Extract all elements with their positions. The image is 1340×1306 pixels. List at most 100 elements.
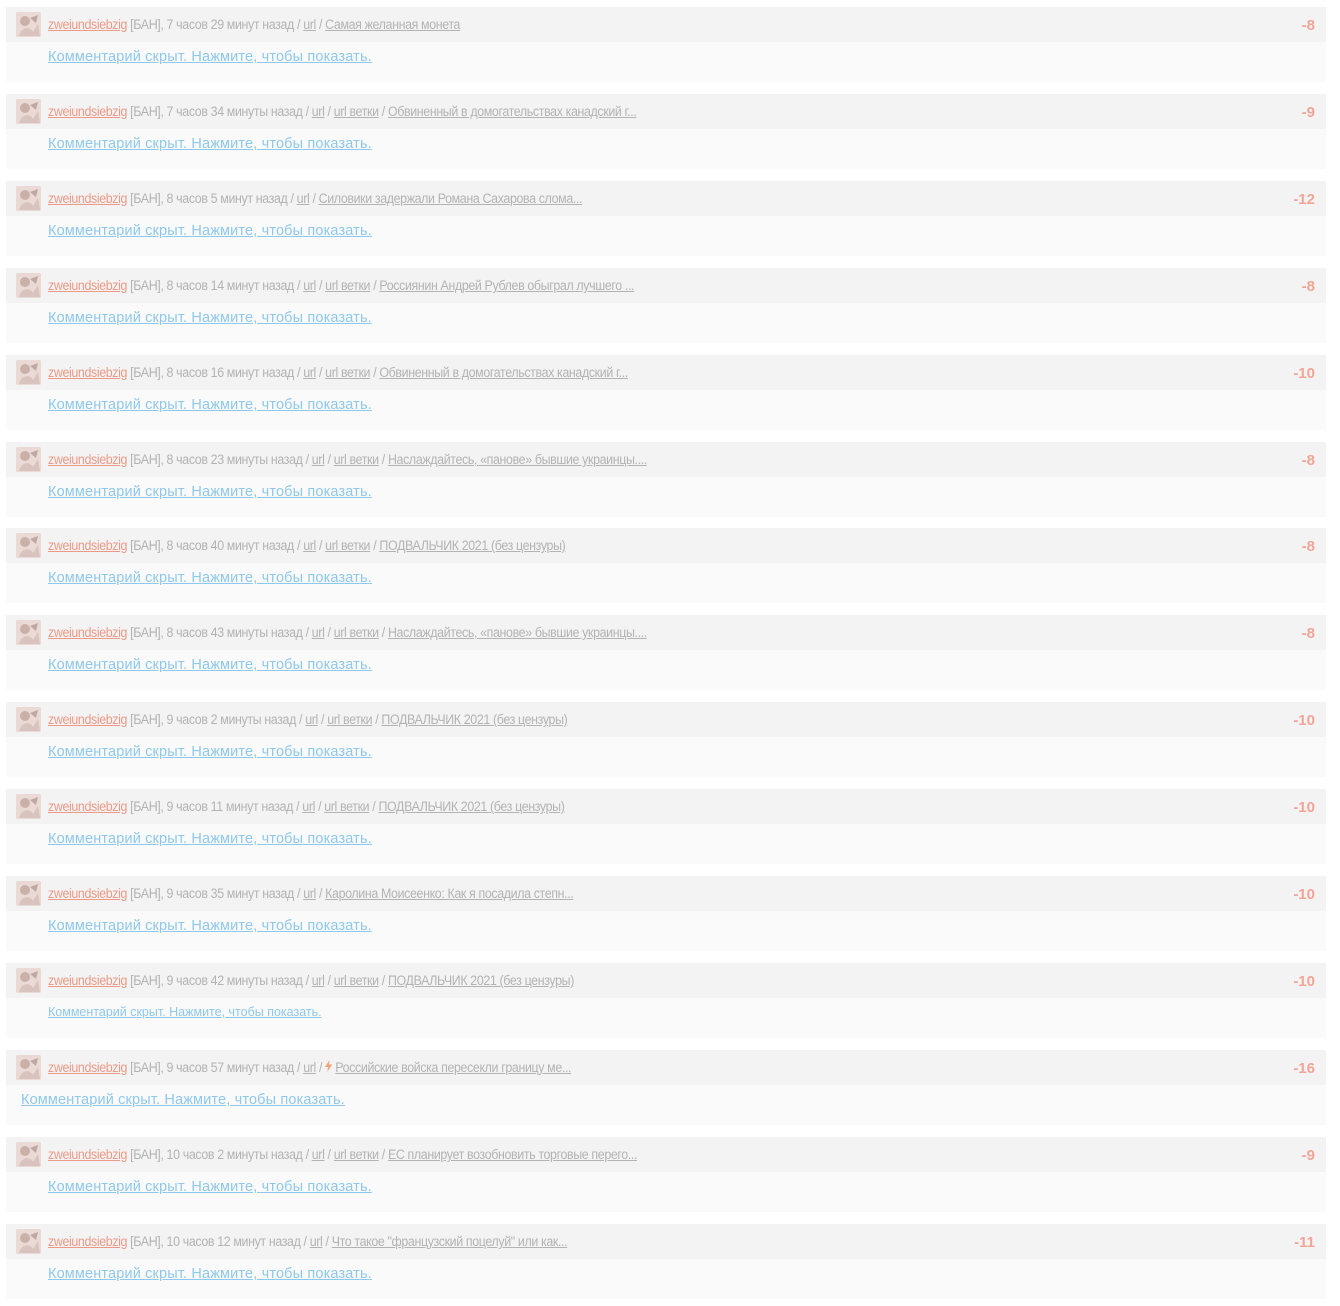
comment-url-link[interactable]: url xyxy=(302,799,315,814)
username-link[interactable]: zweiundsiebzig xyxy=(48,1060,127,1075)
comment-url-link[interactable]: url xyxy=(303,17,316,32)
lightning-bolt-icon xyxy=(325,1050,333,1085)
show-hidden-comment-link[interactable]: Комментарий скрыт. Нажмите, чтобы показа… xyxy=(48,918,372,934)
avatar-icon[interactable] xyxy=(16,1142,41,1167)
timestamp: 7 часов 29 минут назад xyxy=(166,17,295,32)
thread-url-link[interactable]: url ветки xyxy=(334,452,379,467)
thread-url-link[interactable]: url ветки xyxy=(327,712,372,727)
post-title-link[interactable]: ПОДВАЛЬЧИК 2021 (без цензуры) xyxy=(379,538,565,553)
thread-url-link[interactable]: url ветки xyxy=(325,365,370,380)
username-link[interactable]: zweiundsiebzig xyxy=(48,1234,127,1249)
post-title-link[interactable]: Самая желанная монета xyxy=(325,17,460,32)
post-title-link[interactable]: Наслаждайтесь, «панове» бывшие украинцы.… xyxy=(388,452,647,467)
username-link[interactable]: zweiundsiebzig xyxy=(48,191,127,206)
post-title-link[interactable]: ПОДВАЛЬЧИК 2021 (без цензуры) xyxy=(388,973,574,988)
show-hidden-comment-link[interactable]: Комментарий скрыт. Нажмите, чтобы показа… xyxy=(48,49,372,65)
thread-url-link[interactable]: url ветки xyxy=(334,104,379,119)
show-hidden-comment-link[interactable]: Комментарий скрыт. Нажмите, чтобы показа… xyxy=(48,223,372,239)
post-title-link[interactable]: ПОДВАЛЬЧИК 2021 (без цензуры) xyxy=(381,712,567,727)
avatar-icon[interactable] xyxy=(16,99,41,124)
avatar-icon[interactable] xyxy=(16,881,41,906)
comment-url-link[interactable]: url xyxy=(297,191,310,206)
avatar-icon[interactable] xyxy=(16,1229,41,1254)
avatar-icon[interactable] xyxy=(16,707,41,732)
avatar-icon[interactable] xyxy=(16,620,41,645)
comment-item: zweiundsiebzig [БАН], 9 часов 35 минут н… xyxy=(6,876,1326,958)
post-title-link[interactable]: Обвиненный в домогательствах канадский г… xyxy=(379,365,628,380)
avatar-icon[interactable] xyxy=(16,794,41,819)
comment-url-link[interactable]: url xyxy=(312,973,325,988)
comment-url-link[interactable]: url xyxy=(312,1147,325,1162)
comment-url-link[interactable]: url xyxy=(303,365,316,380)
username-link[interactable]: zweiundsiebzig xyxy=(48,452,127,467)
show-hidden-comment-link[interactable]: Комментарий скрыт. Нажмите, чтобы показа… xyxy=(21,1092,345,1108)
avatar-icon[interactable] xyxy=(16,447,41,472)
thread-url-link[interactable]: url ветки xyxy=(334,625,379,640)
show-hidden-comment-link[interactable]: Комментарий скрыт. Нажмите, чтобы показа… xyxy=(48,657,372,673)
show-hidden-comment-link[interactable]: Комментарий скрыт. Нажмите, чтобы показа… xyxy=(48,484,372,500)
post-title-link[interactable]: Что такое "французский поцелуй" или как.… xyxy=(332,1234,568,1249)
comment-url-link[interactable]: url xyxy=(303,886,316,901)
post-title-link[interactable]: Российские войска пересекли границу ме..… xyxy=(335,1060,571,1075)
comment-url-link[interactable]: url xyxy=(312,452,325,467)
ban-status: [БАН] xyxy=(130,17,161,32)
comment-url-link[interactable]: url xyxy=(312,104,325,119)
username-link[interactable]: zweiundsiebzig xyxy=(48,625,127,640)
post-title-link[interactable]: Каролина Моисеенко: Как я посадила степн… xyxy=(325,886,574,901)
show-hidden-comment-link[interactable]: Комментарий скрыт. Нажмите, чтобы показа… xyxy=(48,744,372,760)
username-link[interactable]: zweiundsiebzig xyxy=(48,104,127,119)
thread-url-link[interactable]: url ветки xyxy=(325,538,370,553)
avatar-icon[interactable] xyxy=(16,186,41,211)
username-link[interactable]: zweiundsiebzig xyxy=(48,799,127,814)
show-hidden-comment-link[interactable]: Комментарий скрыт. Нажмите, чтобы показа… xyxy=(48,136,372,152)
post-title-link[interactable]: ПОДВАЛЬЧИК 2021 (без цензуры) xyxy=(378,799,564,814)
username-link[interactable]: zweiundsiebzig xyxy=(48,886,127,901)
show-hidden-comment-link[interactable]: Комментарий скрыт. Нажмите, чтобы показа… xyxy=(48,1266,372,1282)
comment-meta: zweiundsiebzig [БАН], 10 часов 2 минуты … xyxy=(48,1147,638,1162)
post-title-link[interactable]: Обвиненный в домогательствах канадский г… xyxy=(388,104,637,119)
avatar-icon[interactable] xyxy=(16,360,41,385)
thread-url-link[interactable]: url ветки xyxy=(334,1147,379,1162)
avatar-icon[interactable] xyxy=(16,12,41,37)
post-title-link[interactable]: Россиянин Андрей Рублев обыграл лучшего … xyxy=(379,278,634,293)
username-link[interactable]: zweiundsiebzig xyxy=(48,1147,127,1162)
comment-body: Комментарий скрыт. Нажмите, чтобы показа… xyxy=(6,303,1326,343)
show-hidden-comment-link[interactable]: Комментарий скрыт. Нажмите, чтобы показа… xyxy=(48,1179,372,1195)
username-link[interactable]: zweiundsiebzig xyxy=(48,365,127,380)
comment-body: Комментарий скрыт. Нажмите, чтобы показа… xyxy=(6,477,1326,517)
meta-separator: / xyxy=(297,17,301,32)
avatar-icon[interactable] xyxy=(16,533,41,558)
avatar-icon[interactable] xyxy=(16,968,41,993)
thread-url-link[interactable]: url ветки xyxy=(334,973,379,988)
show-hidden-comment-link[interactable]: Комментарий скрыт. Нажмите, чтобы показа… xyxy=(48,570,372,586)
avatar-icon[interactable] xyxy=(16,273,41,298)
post-title-link[interactable]: ЕС планирует возобновить торговые перего… xyxy=(388,1147,638,1162)
meta-separator: / xyxy=(297,538,301,553)
post-title-link[interactable]: Наслаждайтесь, «панове» бывшие украинцы.… xyxy=(388,625,647,640)
comment-url-link[interactable]: url xyxy=(303,538,316,553)
timestamp: 9 часов 35 минут назад xyxy=(166,886,295,901)
post-title-link[interactable]: Силовики задержали Романа Сахарова слома… xyxy=(319,191,583,206)
comment-url-link[interactable]: url xyxy=(310,1234,323,1249)
comment-meta: zweiundsiebzig [БАН], 8 часов 16 минут н… xyxy=(48,365,628,380)
comment-url-link[interactable]: url xyxy=(312,625,325,640)
show-hidden-comment-link[interactable]: Комментарий скрыт. Нажмите, чтобы показа… xyxy=(48,1005,322,1019)
comment-url-link[interactable]: url xyxy=(303,278,316,293)
thread-url-link[interactable]: url ветки xyxy=(324,799,369,814)
comment-url-link[interactable]: url xyxy=(303,1060,316,1075)
ban-status: [БАН] xyxy=(130,1234,161,1249)
comment-url-link[interactable]: url xyxy=(305,712,318,727)
username-link[interactable]: zweiundsiebzig xyxy=(48,973,127,988)
username-link[interactable]: zweiundsiebzig xyxy=(48,17,127,32)
show-hidden-comment-link[interactable]: Комментарий скрыт. Нажмите, чтобы показа… xyxy=(48,831,372,847)
timestamp: 8 часов 5 минут назад xyxy=(166,191,288,206)
timestamp: 9 часов 2 минуты назад xyxy=(166,712,297,727)
show-hidden-comment-link[interactable]: Комментарий скрыт. Нажмите, чтобы показа… xyxy=(48,310,372,326)
username-link[interactable]: zweiundsiebzig xyxy=(48,712,127,727)
username-link[interactable]: zweiundsiebzig xyxy=(48,538,127,553)
thread-url-link[interactable]: url ветки xyxy=(325,278,370,293)
show-hidden-comment-link[interactable]: Комментарий скрыт. Нажмите, чтобы показа… xyxy=(48,397,372,413)
timestamp: 10 часов 2 минуты назад xyxy=(166,1147,303,1162)
username-link[interactable]: zweiundsiebzig xyxy=(48,278,127,293)
avatar-icon[interactable] xyxy=(16,1055,41,1080)
